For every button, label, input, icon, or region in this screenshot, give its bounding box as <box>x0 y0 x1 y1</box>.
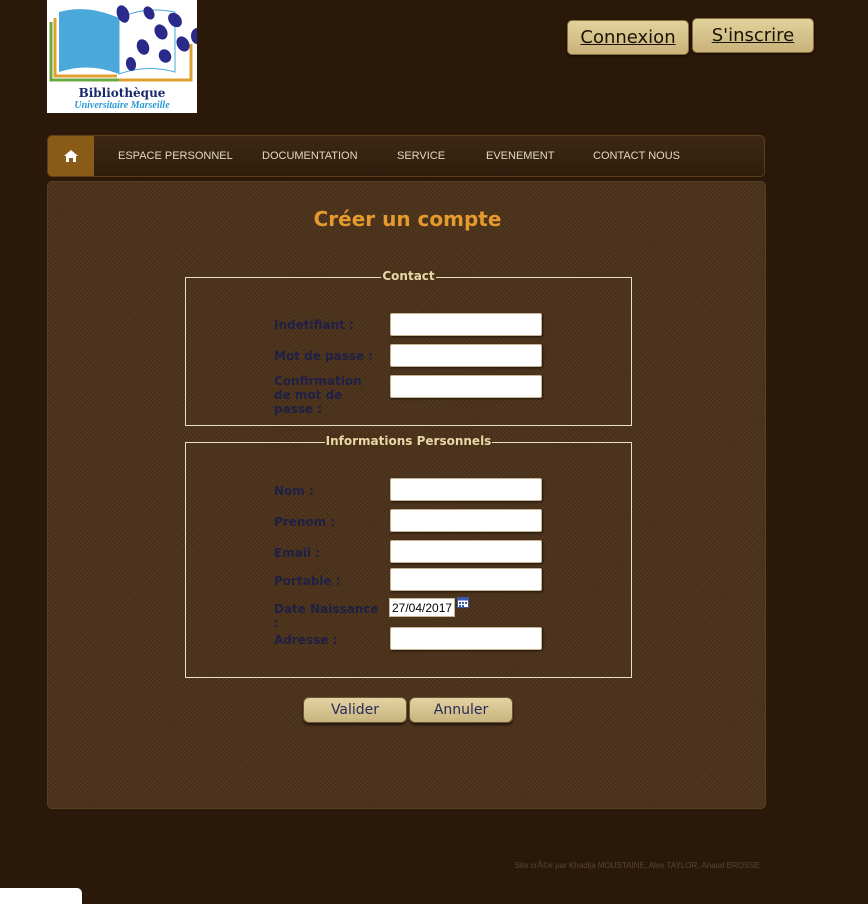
nav-item-documentation[interactable]: DOCUMENTATION <box>262 136 358 176</box>
date-naissance-label: Date Naissance : <box>274 602 379 630</box>
adresse-input[interactable] <box>390 627 542 650</box>
password-input[interactable] <box>390 344 542 367</box>
prenom-label: Prenom : <box>274 515 336 529</box>
confirm-password-input[interactable] <box>390 375 542 398</box>
personal-info-fieldset: Informations Personnels Nom : Prenom : E… <box>185 434 632 678</box>
contact-legend: Contact <box>381 269 436 283</box>
nav-item-service[interactable]: SERVICE <box>397 136 445 176</box>
logo-title: Bibliothèque <box>78 86 166 100</box>
password-label: Mot de passe : <box>274 349 374 363</box>
date-naissance-input[interactable] <box>389 598 455 617</box>
adresse-label: Adresse : <box>274 633 338 647</box>
nav-home-button[interactable] <box>48 136 94 176</box>
corner-overlay <box>0 888 82 904</box>
email-input[interactable] <box>390 540 542 563</box>
signup-button[interactable]: S'inscrire <box>692 18 814 53</box>
nom-label: Nom : <box>274 484 314 498</box>
personal-info-legend: Informations Personnels <box>324 434 493 448</box>
submit-button[interactable]: Valider <box>303 697 407 723</box>
home-icon <box>64 150 78 162</box>
nom-input[interactable] <box>390 478 542 501</box>
identifiant-label: Indetifiant : <box>274 318 354 332</box>
portable-input[interactable] <box>390 568 542 591</box>
logo-subtitle: Universitaire Marseille <box>74 100 170 111</box>
nav-item-contact-nous[interactable]: CONTACT NOUS <box>593 136 680 176</box>
nav-item-evenement[interactable]: EVENEMENT <box>486 136 554 176</box>
cancel-button[interactable]: Annuler <box>409 697 513 723</box>
login-button[interactable]: Connexion <box>567 20 689 55</box>
identifiant-input[interactable] <box>390 313 542 336</box>
library-logo: Bibliothèque Universitaire Marseille <box>47 0 197 113</box>
portable-label: Portable : <box>274 574 341 588</box>
page-title: Créer un compte <box>313 207 502 231</box>
calendar-icon[interactable] <box>457 597 469 608</box>
main-navbar: ESPACE PERSONNEL DOCUMENTATION SERVICE E… <box>47 135 765 177</box>
footer-credits: Site crÃ©e par Khadija MOUSTAINE, Alex T… <box>514 861 760 870</box>
nav-item-espace-personnel[interactable]: ESPACE PERSONNEL <box>118 136 233 176</box>
prenom-input[interactable] <box>390 509 542 532</box>
contact-fieldset: Contact Indetifiant : Mot de passe : Con… <box>185 269 632 426</box>
registration-panel: Créer un compte Contact Indetifiant : Mo… <box>47 181 766 809</box>
email-label: Email : <box>274 546 321 560</box>
confirm-password-label: Confirmation de mot de passe : <box>274 374 362 416</box>
